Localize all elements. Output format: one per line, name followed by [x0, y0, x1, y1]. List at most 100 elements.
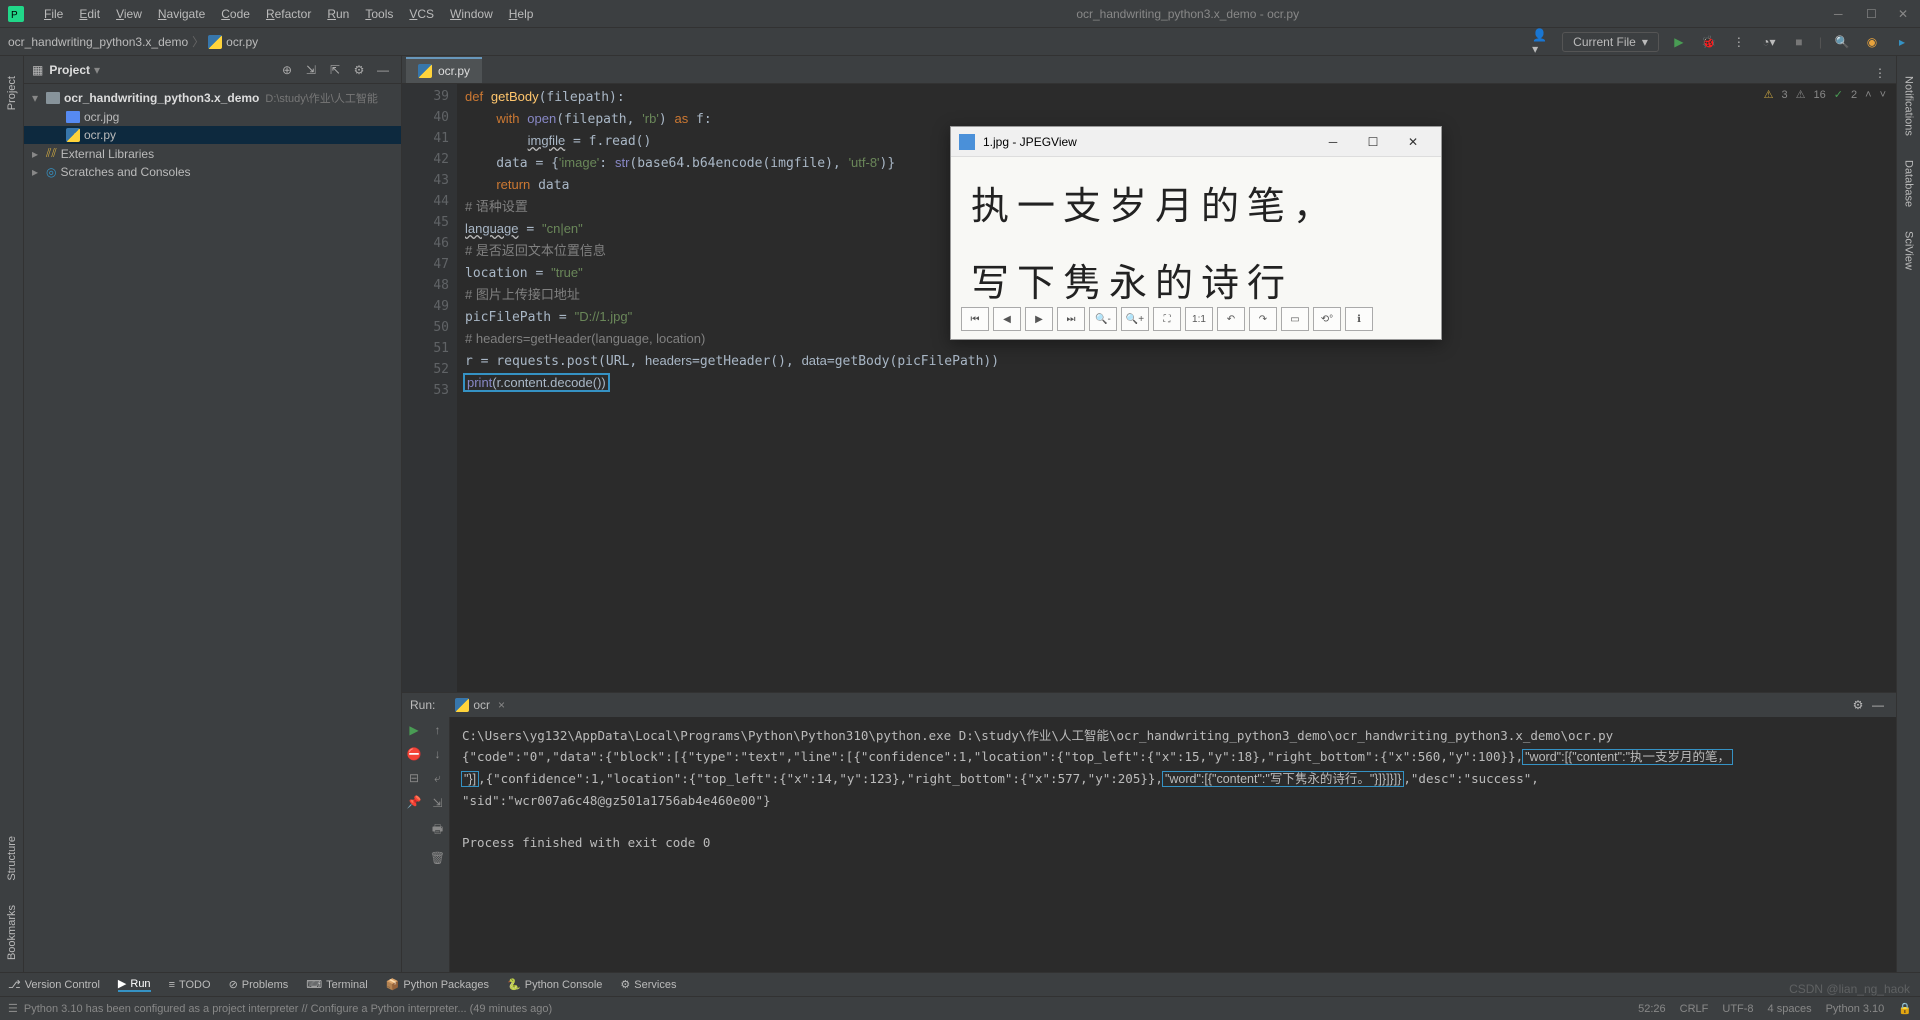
bottom-tab-version-control[interactable]: ⎇Version Control — [8, 977, 100, 992]
bottom-tab-problems[interactable]: ⊘Problems — [229, 977, 289, 992]
interpreter-info[interactable]: Python 3.10 — [1826, 1003, 1885, 1015]
rotate-left-icon[interactable]: ↶ — [1217, 307, 1245, 331]
soft-wrap-icon[interactable]: ⤶ — [434, 771, 441, 786]
console-output[interactable]: C:\Users\yg132\AppData\Local\Programs\Py… — [450, 717, 1896, 972]
tree-file-jpg[interactable]: ocr.jpg — [24, 108, 401, 126]
editor-more-icon[interactable]: ⋮ — [1870, 63, 1890, 83]
tree-root[interactable]: ▾ ocr_handwriting_python3.x_demo D:\stud… — [24, 88, 401, 108]
debug-icon[interactable]: 🐞 — [1699, 32, 1719, 52]
file-encoding[interactable]: UTF-8 — [1722, 1003, 1753, 1015]
chevron-down-icon[interactable]: ˅ — [1880, 89, 1886, 101]
trash-icon[interactable]: 🗑 — [430, 851, 445, 865]
menu-vcs[interactable]: VCS — [401, 3, 442, 25]
tree-scratches-label: Scratches and Consoles — [60, 165, 190, 179]
zoom-in-icon[interactable]: 🔍+ — [1121, 307, 1149, 331]
run-tab[interactable]: ocr × — [455, 698, 505, 712]
tree-scratches[interactable]: ▸◎ Scratches and Consoles — [24, 163, 401, 181]
indent-info[interactable]: 4 spaces — [1768, 1003, 1812, 1015]
first-icon[interactable]: ⏮ — [961, 307, 989, 331]
user-icon[interactable]: 👤▾ — [1532, 32, 1552, 52]
keep-params-icon[interactable]: ⟲° — [1313, 307, 1341, 331]
notifications-tab[interactable]: Notifications — [1899, 64, 1919, 148]
menu-code[interactable]: Code — [213, 3, 258, 25]
pin-icon[interactable]: 📌 — [407, 795, 422, 809]
project-panel-title[interactable]: Project — [49, 63, 90, 77]
tree-file-py[interactable]: ocr.py — [24, 126, 401, 144]
next-icon[interactable]: ▶ — [1025, 307, 1053, 331]
close-icon[interactable]: ✕ — [1393, 128, 1433, 156]
expand-all-icon[interactable]: ⇲ — [301, 60, 321, 80]
editor-tab-ocr[interactable]: ocr.py — [406, 57, 482, 83]
stop-icon[interactable]: ■ — [1789, 32, 1809, 52]
settings-icon[interactable]: ⚙ — [349, 60, 369, 80]
menu-refactor[interactable]: Refactor — [258, 3, 319, 25]
fit-icon[interactable]: ⛶ — [1153, 307, 1181, 331]
status-message-icon[interactable]: ☰ — [8, 1002, 18, 1015]
rerun-icon[interactable]: ▶ — [409, 723, 418, 737]
bookmarks-tool-tab[interactable]: Bookmarks — [2, 893, 22, 972]
landscape-icon[interactable]: ▭ — [1281, 307, 1309, 331]
status-message[interactable]: Python 3.10 has been configured as a pro… — [24, 1003, 552, 1015]
bottom-tab-python-console[interactable]: 🐍Python Console — [507, 977, 602, 992]
run-button-icon[interactable]: ▶ — [1669, 32, 1689, 52]
zoom-out-icon[interactable]: 🔍- — [1089, 307, 1117, 331]
bottom-tab-python-packages[interactable]: 📦Python Packages — [386, 977, 489, 992]
chevron-down-icon[interactable]: ▾ — [94, 63, 100, 77]
close-icon[interactable]: ✕ — [1898, 7, 1912, 21]
jpegview-window[interactable]: 1.jpg - JPEGView ─ ☐ ✕ 执一支岁月的笔， 写下隽永的诗行 … — [950, 126, 1442, 340]
menu-file[interactable]: File — [36, 3, 71, 25]
jpegview-titlebar[interactable]: 1.jpg - JPEGView ─ ☐ ✕ — [951, 127, 1441, 157]
rotate-right-icon[interactable]: ↷ — [1249, 307, 1277, 331]
inspections-widget[interactable]: ⚠3 ⚠16 ✓2 ˄ ˅ — [1764, 88, 1886, 101]
run-settings-icon[interactable]: ⚙ — [1848, 695, 1868, 715]
menu-help[interactable]: Help — [501, 3, 542, 25]
run-hide-icon[interactable]: — — [1868, 695, 1888, 715]
menu-run[interactable]: Run — [319, 3, 357, 25]
locate-icon[interactable]: ⊕ — [277, 60, 297, 80]
project-view-icon[interactable]: ▦ — [32, 63, 43, 77]
minimize-icon[interactable]: ─ — [1313, 128, 1353, 156]
maximize-icon[interactable]: ☐ — [1866, 7, 1880, 21]
maximize-icon[interactable]: ☐ — [1353, 128, 1393, 156]
coverage-icon[interactable]: ◔▾ — [1759, 32, 1779, 52]
menu-edit[interactable]: Edit — [71, 3, 108, 25]
last-icon[interactable]: ⏭ — [1057, 307, 1085, 331]
tree-external-libs[interactable]: ▸⫽⫽ External Libraries — [24, 144, 401, 163]
project-tool-tab[interactable]: Project — [2, 64, 22, 122]
structure-tool-tab[interactable]: Structure — [2, 824, 22, 893]
down-icon[interactable]: ↓ — [435, 747, 441, 761]
bottom-tab-todo[interactable]: ≡TODO — [169, 977, 211, 992]
line-separator[interactable]: CRLF — [1680, 1003, 1709, 1015]
breadcrumb-project[interactable]: ocr_handwriting_python3.x_demo — [8, 35, 188, 49]
scroll-end-icon[interactable]: ⇲ — [432, 796, 442, 810]
hide-icon[interactable]: — — [373, 60, 393, 80]
database-tab[interactable]: Database — [1899, 148, 1919, 219]
prev-icon[interactable]: ◀ — [993, 307, 1021, 331]
close-tab-icon[interactable]: × — [498, 698, 505, 712]
bottom-tab-run[interactable]: ▶Run — [118, 977, 151, 992]
info-icon[interactable]: ℹ — [1345, 307, 1373, 331]
lock-icon[interactable]: 🔒 — [1898, 1002, 1912, 1015]
bottom-tab-services[interactable]: ⚙Services — [620, 977, 676, 992]
up-icon[interactable]: ↑ — [435, 723, 441, 737]
menu-window[interactable]: Window — [442, 3, 501, 25]
ide-settings-icon[interactable]: ◉ — [1862, 32, 1882, 52]
minimize-icon[interactable]: ─ — [1834, 7, 1848, 21]
print-icon[interactable]: 🖶 — [432, 820, 443, 841]
run-more-icon[interactable]: ⋮ — [1729, 32, 1749, 52]
collapse-all-icon[interactable]: ⇱ — [325, 60, 345, 80]
menu-navigate[interactable]: Navigate — [150, 3, 213, 25]
sciview-tab[interactable]: SciView — [1899, 219, 1919, 282]
run-config-selector[interactable]: Current File ▾ — [1562, 32, 1659, 52]
actual-size-icon[interactable]: 1:1 — [1185, 307, 1213, 331]
chevron-up-icon[interactable]: ˄ — [1865, 89, 1871, 101]
search-icon[interactable]: 🔍 — [1832, 32, 1852, 52]
learn-icon[interactable]: ▸ — [1892, 32, 1912, 52]
menu-view[interactable]: View — [108, 3, 150, 25]
menu-tools[interactable]: Tools — [357, 3, 401, 25]
bottom-tab-terminal[interactable]: ⌨Terminal — [306, 977, 367, 992]
stop-icon[interactable]: ⛔ — [407, 747, 422, 761]
cursor-position[interactable]: 52:26 — [1638, 1003, 1666, 1015]
layout-icon[interactable]: ⊟ — [409, 771, 419, 785]
breadcrumb-file[interactable]: ocr.py — [226, 35, 258, 49]
